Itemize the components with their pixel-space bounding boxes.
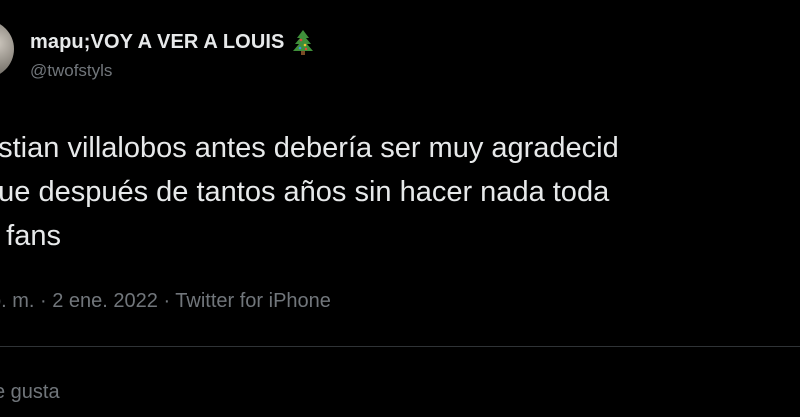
display-name-row: mapu;VOY A VER A LOUIS <box>30 27 314 57</box>
tweet-text-line: que después de tantos años sin hacer nad… <box>0 176 610 208</box>
divider <box>0 346 800 347</box>
christmas-tree-icon <box>292 29 314 55</box>
display-name[interactable]: mapu;VOY A VER A LOUIS <box>30 31 284 54</box>
tweet-meta[interactable]: p. m. · 2 ene. 2022 · Twitter for iPhone <box>0 290 331 313</box>
likes-label[interactable]: e gusta <box>0 381 60 404</box>
tweet-text-line: e fans <box>0 220 61 252</box>
tweet-text-line: astian villalobos antes debería ser muy … <box>0 132 619 164</box>
user-handle[interactable]: @twofstyls <box>30 61 314 81</box>
user-block: mapu;VOY A VER A LOUIS @twofstyls <box>30 27 314 81</box>
tweet-text: astian villalobos antes debería ser muy … <box>0 126 800 258</box>
tweet-card: mapu;VOY A VER A LOUIS @twofstyls astian… <box>0 0 800 417</box>
avatar[interactable] <box>0 20 14 78</box>
